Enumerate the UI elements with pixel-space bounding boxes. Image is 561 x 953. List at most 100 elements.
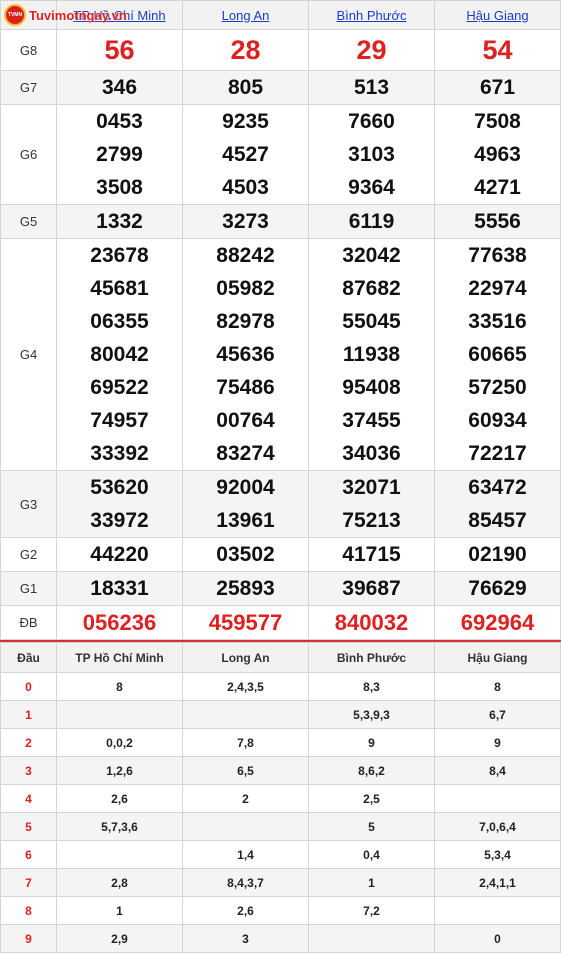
prize-row-g6: G6 0453 2799 3508 9235 4527 4503 7660 3103 9364 75… bbox=[0, 104, 561, 205]
prize-number: 671 bbox=[479, 76, 516, 99]
prize-number: 9364 bbox=[348, 176, 395, 199]
province-header[interactable]: Hậu Giang bbox=[434, 0, 561, 30]
loto-tail-digits: 0,0,2 bbox=[56, 728, 183, 757]
loto-tail-digits bbox=[182, 700, 309, 729]
loto-tail-digits: 1 bbox=[308, 868, 435, 897]
loto-head-digit: 3 bbox=[0, 756, 57, 785]
prize-number: 55045 bbox=[342, 310, 401, 333]
loto-header: TP Hồ Chí Minh bbox=[56, 642, 183, 673]
province-link[interactable]: Bình Phước bbox=[337, 8, 407, 23]
prize-label: G4 bbox=[0, 238, 57, 471]
prize-number: 75486 bbox=[216, 376, 275, 399]
loto-row: 3 1,2,6 6,5 8,6,2 8,4 bbox=[0, 756, 561, 785]
prize-number: 3273 bbox=[222, 210, 269, 233]
prize-number: 02190 bbox=[468, 543, 527, 566]
loto-tail-digits: 8 bbox=[56, 672, 183, 701]
loto-tail-digits: 5,3,9,3 bbox=[308, 700, 435, 729]
prize-number: 28 bbox=[230, 35, 261, 65]
loto-tail-digits: 2,4,3,5 bbox=[182, 672, 309, 701]
prize-row-g1: G1 18331 25893 39687 76629 bbox=[0, 571, 561, 606]
prize-number: 88242 bbox=[216, 244, 275, 267]
loto-head-digit: 1 bbox=[0, 700, 57, 729]
province-header[interactable]: Long An bbox=[182, 0, 309, 30]
province-link[interactable]: Hậu Giang bbox=[466, 8, 528, 23]
prize-cell: 76629 bbox=[434, 571, 561, 606]
loto-tail-digits: 9 bbox=[434, 728, 561, 757]
prize-number: 57250 bbox=[468, 376, 527, 399]
prize-label: G6 bbox=[0, 104, 57, 205]
prize-cell: 7660 3103 9364 bbox=[308, 104, 435, 205]
province-link[interactable]: Long An bbox=[222, 8, 270, 23]
prize-number: 92004 bbox=[216, 476, 275, 499]
prize-number: 05982 bbox=[216, 277, 275, 300]
loto-row: 2 0,0,2 7,8 9 9 bbox=[0, 728, 561, 757]
loto-tail-digits: 0 bbox=[434, 924, 561, 953]
loto-tail-digits: 7,8 bbox=[182, 728, 309, 757]
prize-number: 82978 bbox=[216, 310, 275, 333]
prize-cell: 28 bbox=[182, 29, 309, 71]
prize-cell: 346 bbox=[56, 70, 183, 105]
loto-row: 0 8 2,4,3,5 8,3 8 bbox=[0, 672, 561, 701]
loto-tail-digits: 7,0,6,4 bbox=[434, 812, 561, 841]
prize-cell: 53620 33972 bbox=[56, 470, 183, 538]
prize-label: G2 bbox=[0, 537, 57, 572]
loto-header: Hậu Giang bbox=[434, 642, 561, 673]
prize-cell: 56 bbox=[56, 29, 183, 71]
prize-cell: 459577 bbox=[182, 605, 309, 640]
prize-cell: 840032 bbox=[308, 605, 435, 640]
loto-tail-digits: 2,4,1,1 bbox=[434, 868, 561, 897]
prize-number: 72217 bbox=[468, 442, 527, 465]
loto-tail-digits bbox=[434, 896, 561, 925]
prize-number: 13961 bbox=[216, 509, 275, 532]
loto-tail-digits bbox=[308, 924, 435, 953]
prize-number: 9235 bbox=[222, 110, 269, 133]
prize-number: 6119 bbox=[348, 210, 395, 233]
results-table: TP Hồ Chí Minh Long An Bình Phước Hậu Gi… bbox=[0, 0, 561, 640]
loto-row: 9 2,9 3 0 bbox=[0, 924, 561, 953]
prize-number: 692964 bbox=[460, 610, 535, 635]
prize-number: 63472 bbox=[468, 476, 527, 499]
loto-head-digit: 8 bbox=[0, 896, 57, 925]
prize-number: 54 bbox=[482, 35, 513, 65]
prize-cell: 54 bbox=[434, 29, 561, 71]
prize-number: 06355 bbox=[90, 310, 149, 333]
prize-label: ĐB bbox=[0, 605, 57, 640]
prize-number: 4963 bbox=[474, 143, 521, 166]
prize-number: 513 bbox=[353, 76, 390, 99]
loto-tail-digits: 2 bbox=[182, 784, 309, 813]
prize-cell: 39687 bbox=[308, 571, 435, 606]
prize-cell: 88242 05982 82978 45636 75486 00764 83274 bbox=[182, 238, 309, 471]
prize-number: 805 bbox=[227, 76, 264, 99]
prize-number: 32071 bbox=[342, 476, 401, 499]
loto-tail-digits: 2,5 bbox=[308, 784, 435, 813]
prize-number: 85457 bbox=[468, 509, 527, 532]
prize-cell: 32042 87682 55045 11938 95408 37455 34036 bbox=[308, 238, 435, 471]
loto-tail-digits: 1,4 bbox=[182, 840, 309, 869]
logo-icon: TVMN bbox=[4, 4, 26, 26]
prize-number: 95408 bbox=[342, 376, 401, 399]
prize-number: 39687 bbox=[342, 577, 401, 600]
prize-number: 33972 bbox=[90, 509, 149, 532]
loto-tail-digits: 6,7 bbox=[434, 700, 561, 729]
prize-row-g8: G8 56 28 29 54 bbox=[0, 29, 561, 71]
prize-number: 4503 bbox=[222, 176, 269, 199]
prize-number: 25893 bbox=[216, 577, 275, 600]
loto-tail-digits: 8,3 bbox=[308, 672, 435, 701]
prize-number: 56 bbox=[104, 35, 135, 65]
prize-number: 60934 bbox=[468, 409, 527, 432]
prize-cell: 3273 bbox=[182, 204, 309, 239]
prize-label: G5 bbox=[0, 204, 57, 239]
prize-label: G7 bbox=[0, 70, 57, 105]
province-header[interactable]: Bình Phước bbox=[308, 0, 435, 30]
prize-number: 3103 bbox=[348, 143, 395, 166]
loto-tail-digits: 6,5 bbox=[182, 756, 309, 785]
prize-number: 03502 bbox=[216, 543, 275, 566]
site-logo[interactable]: TVMN Tuvimotngay.vn bbox=[4, 3, 127, 27]
prize-number: 33516 bbox=[468, 310, 527, 333]
prize-number: 5556 bbox=[474, 210, 521, 233]
loto-tail-digits: 8,4 bbox=[434, 756, 561, 785]
loto-tail-digits bbox=[434, 784, 561, 813]
loto-tail-digits: 2,8 bbox=[56, 868, 183, 897]
loto-tail-digits: 5,7,3,6 bbox=[56, 812, 183, 841]
loto-tail-digits: 8,4,3,7 bbox=[182, 868, 309, 897]
